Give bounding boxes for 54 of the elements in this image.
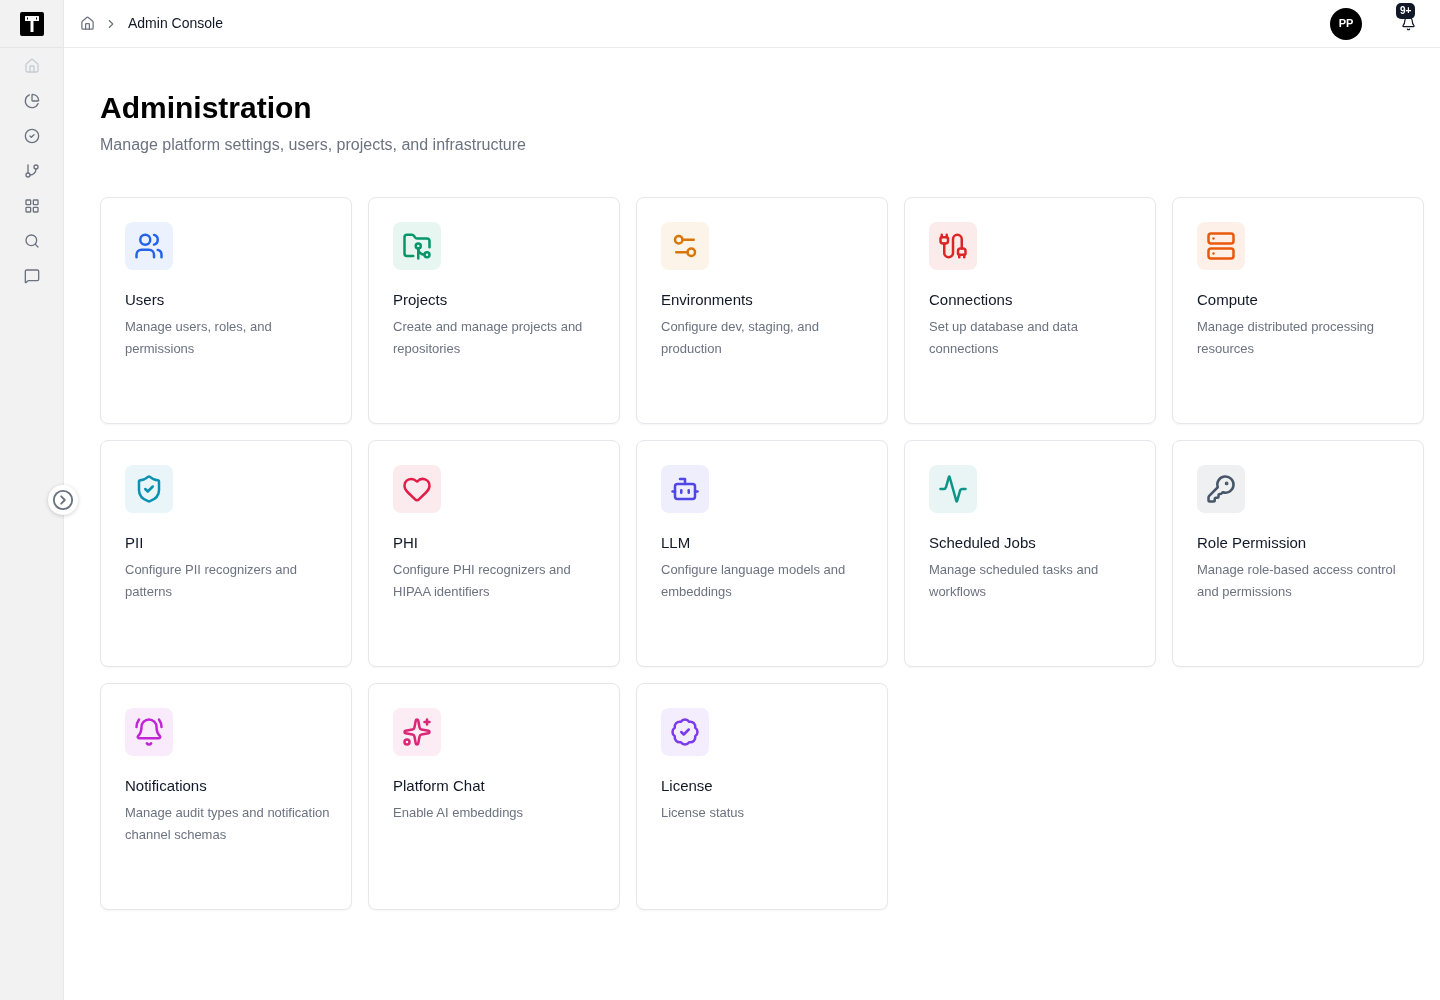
logo-icon[interactable] <box>19 11 44 36</box>
card-title: PHI <box>393 533 419 553</box>
settings-card[interactable]: PHI Configure PHI recognizers and HIPAA identifiers <box>368 440 620 667</box>
card-description: Manage audit types and notification channel schemas <box>125 804 331 844</box>
branch-icon[interactable] <box>23 163 40 179</box>
page-subtitle: Manage platform settings, users, projects, and infrastructure <box>100 135 527 155</box>
user-avatar[interactable]: PP <box>1330 7 1362 40</box>
card-description: Configure language models and embeddings <box>661 561 847 601</box>
card-description: Set up database and data connections <box>929 318 1079 358</box>
settings-card[interactable]: Environments Configure dev, staging, and production <box>636 197 888 424</box>
card-description: Enable AI embeddings <box>393 804 525 822</box>
card-title: PII <box>125 533 145 553</box>
check-circle-icon[interactable] <box>23 128 40 144</box>
card-description: Manage distributed processing resources <box>1197 318 1376 358</box>
card-title: LLM <box>661 533 692 553</box>
settings-card[interactable]: Projects Create and manage projects and repositories <box>368 197 620 424</box>
chat-icon[interactable] <box>23 268 40 284</box>
notifications-bell-icon[interactable] <box>1400 16 1416 31</box>
card-description: Configure PII recognizers and patterns <box>125 561 298 601</box>
expand-sidebar-button[interactable] <box>48 485 78 515</box>
grid-icon[interactable] <box>23 198 40 214</box>
settings-card[interactable]: Connections Set up database and data connections <box>904 197 1156 424</box>
card-title: License <box>661 776 714 796</box>
card-title: Role Permission <box>1197 533 1308 553</box>
settings-card[interactable]: Scheduled Jobs Manage scheduled tasks and workflows <box>904 440 1156 667</box>
card-description: Create and manage projects and repositories <box>393 318 584 358</box>
card-title: Users <box>125 290 166 310</box>
pie-chart-icon[interactable] <box>23 93 40 109</box>
card-description: Manage role-based access control and permissions <box>1197 561 1397 601</box>
card-description: Manage users, roles, and permissions <box>125 318 273 358</box>
card-description: License status <box>661 804 746 822</box>
card-title: Connections <box>929 290 1014 310</box>
home-icon[interactable] <box>80 16 95 31</box>
card-title: Environments <box>661 290 754 310</box>
card-title: Compute <box>1197 290 1259 310</box>
card-title: Platform Chat <box>393 776 486 796</box>
settings-card[interactable]: LLM Configure language models and embeddings <box>636 440 888 667</box>
notification-badge: 9+ <box>1396 2 1416 19</box>
card-description: Configure PHI recognizers and HIPAA identifiers <box>393 561 572 601</box>
settings-card[interactable]: PII Configure PII recognizers and patterns <box>100 440 352 667</box>
card-description: Manage scheduled tasks and workflows <box>929 561 1100 601</box>
card-description: Configure dev, staging, and production <box>661 318 821 358</box>
page-title: Administration <box>100 90 313 126</box>
search-icon[interactable] <box>23 233 40 249</box>
card-title: Projects <box>393 290 449 310</box>
card-title: Notifications <box>125 776 208 796</box>
settings-card[interactable]: Notifications Manage audit types and notification channel schemas <box>100 683 352 910</box>
settings-card[interactable]: Compute Manage distributed processing resources <box>1172 197 1424 424</box>
card-title: Scheduled Jobs <box>929 533 1037 553</box>
settings-card[interactable]: Users Manage users, roles, and permissions <box>100 197 352 424</box>
breadcrumb-item: Admin Console <box>128 14 223 33</box>
settings-card[interactable]: Platform Chat Enable AI embeddings <box>368 683 620 910</box>
settings-card[interactable]: License License status <box>636 683 888 910</box>
settings-card[interactable]: Role Permission Manage role-based access control and permissions <box>1172 440 1424 667</box>
